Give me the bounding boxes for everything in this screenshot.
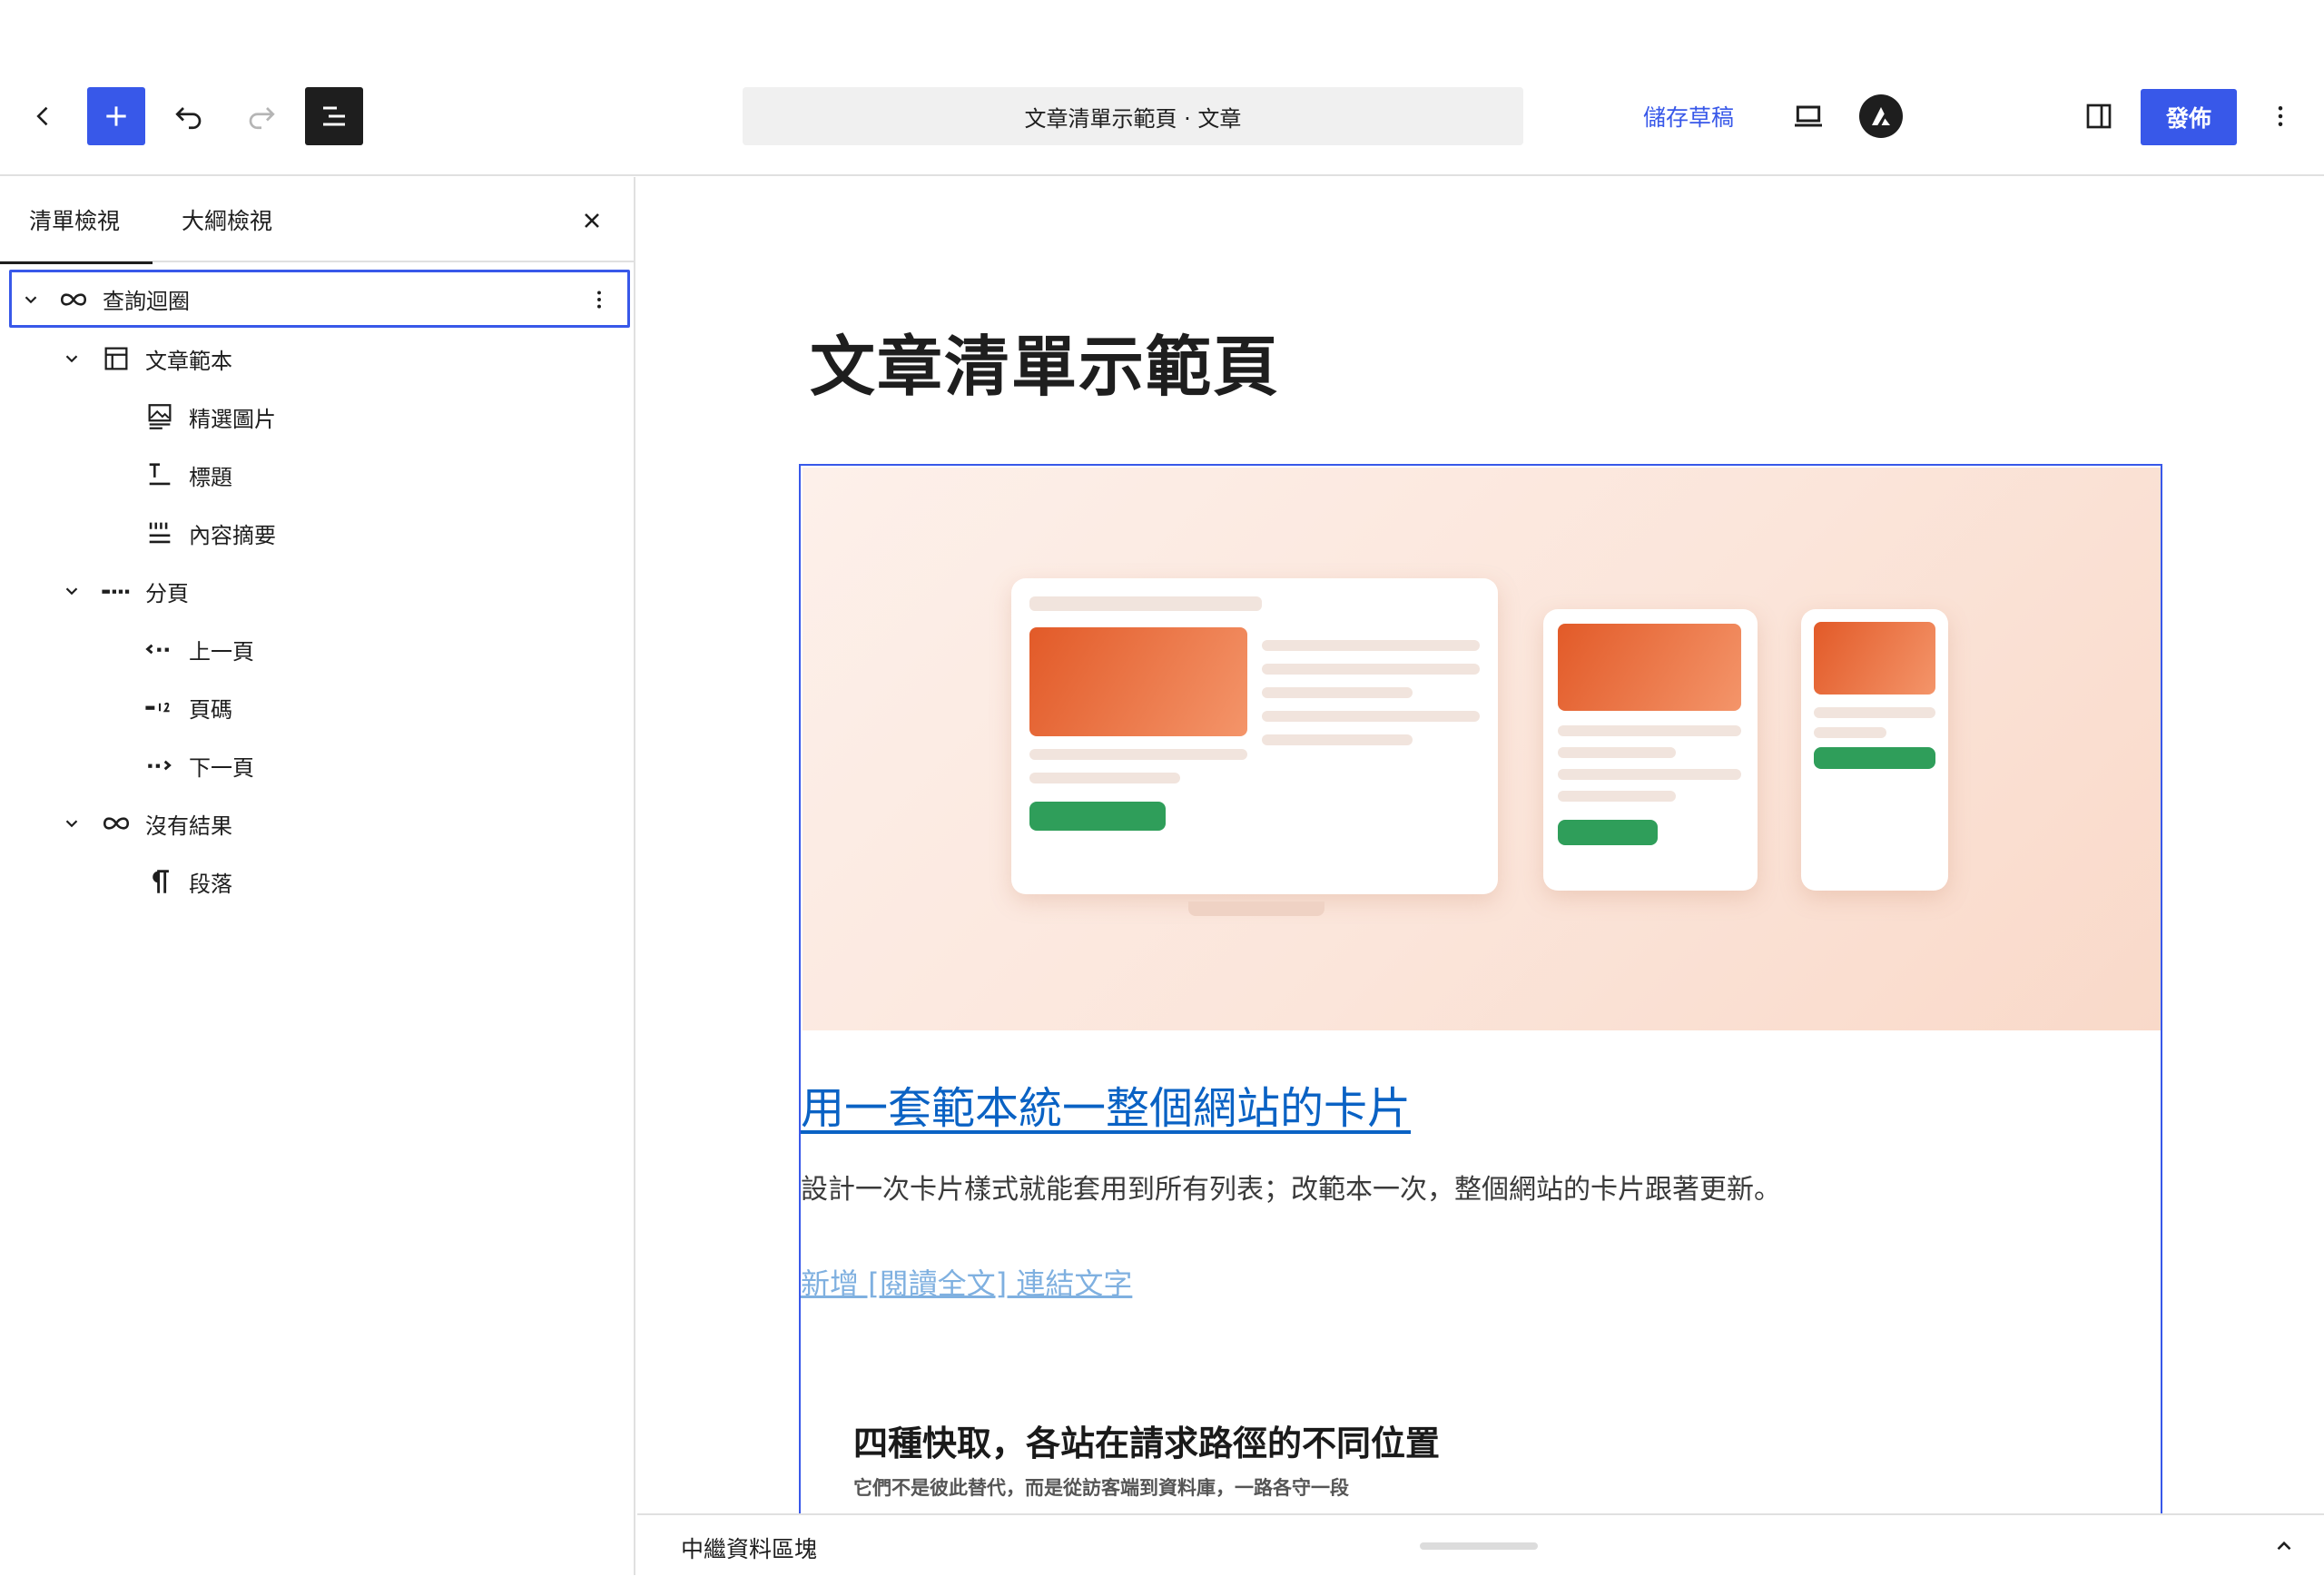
- sidebar-panel-icon: [2086, 103, 2112, 129]
- tree-item-page-numbers[interactable]: 頁碼: [0, 678, 635, 736]
- chevron-up-icon: [2277, 1541, 2291, 1551]
- loop-icon: [98, 805, 134, 842]
- tablet-card-illustration: [1543, 609, 1758, 891]
- tree-item-label: 精選圖片: [189, 406, 276, 432]
- back-button[interactable]: [18, 87, 69, 145]
- astra-logo-icon: [1859, 94, 1903, 138]
- save-draft-button[interactable]: 儲存草稿: [1643, 87, 1734, 145]
- loop-icon: [55, 281, 92, 318]
- chevron-down-icon[interactable]: [17, 286, 44, 313]
- tree-item-no-results[interactable]: 沒有結果: [0, 794, 635, 852]
- meta-boxes-label: 中繼資料區塊: [681, 1536, 818, 1562]
- undo-icon: [175, 107, 202, 130]
- meta-boxes-bar: 中繼資料區塊: [637, 1513, 2324, 1575]
- redo-button[interactable]: [232, 87, 290, 145]
- paragraph-icon: [142, 863, 178, 900]
- post-excerpt[interactable]: 設計一次卡片樣式就能套用到所有列表；改範本一次，整個網站的卡片跟著更新。: [801, 1167, 1781, 1207]
- tab-list-view[interactable]: 清單檢視: [0, 177, 153, 264]
- more-vertical-icon: [2278, 106, 2283, 126]
- tree-item-label: 文章範本: [145, 348, 232, 374]
- document-overview-icon: [323, 106, 345, 126]
- tree-item-title[interactable]: 標題: [0, 446, 635, 504]
- chevron-down-icon[interactable]: [58, 810, 85, 837]
- pagination-icon: [98, 573, 134, 609]
- tree-item-label: 沒有結果: [145, 813, 232, 839]
- post-title-link[interactable]: 用一套範本統一整個網站的卡片: [801, 1072, 1411, 1136]
- tab-outline-view[interactable]: 大綱檢視: [153, 177, 301, 262]
- tree-item-label: 查詢迴圈: [103, 288, 190, 314]
- tree-item-featured-image[interactable]: 精選圖片: [0, 388, 635, 446]
- publish-button[interactable]: 發佈: [2141, 89, 2237, 145]
- resize-handle[interactable]: [1420, 1542, 1538, 1550]
- page-title[interactable]: 文章清單示範頁: [810, 313, 1280, 409]
- add-block-button[interactable]: [87, 87, 145, 145]
- document-overview-panel: 清單檢視 大綱檢視 查詢迴圈 文章範本 精選圖片 標題 內容摘要 分頁 上一頁 …: [0, 177, 635, 1575]
- meta-boxes-toggle-button[interactable]: [2262, 1526, 2306, 1566]
- editor-toolbar: 文章清單示範頁 · 文章 儲存草稿 發佈: [0, 58, 2324, 176]
- options-button[interactable]: [2251, 87, 2309, 145]
- back-icon: [36, 106, 48, 126]
- read-more-link[interactable]: 新增 [閱讀全文] 連結文字: [801, 1261, 1132, 1303]
- tree-item-excerpt[interactable]: 內容摘要: [0, 504, 635, 562]
- monitor-stand-illustration: [1188, 901, 1324, 916]
- chevron-down-icon[interactable]: [58, 345, 85, 372]
- page-numbers-icon: [142, 689, 178, 725]
- next-icon: [142, 747, 178, 783]
- editor-canvas: 文章清單示範頁 用一套範本統一整個網站的卡片 設計一次卡片樣式就能套用到所有列表…: [637, 177, 2324, 1513]
- tree-item-next-page[interactable]: 下一頁: [0, 736, 635, 794]
- astra-settings-button[interactable]: [1852, 87, 1910, 145]
- tree-item-post-template[interactable]: 文章範本: [0, 330, 635, 388]
- excerpt-icon: [142, 515, 178, 551]
- tree-item-label: 標題: [189, 464, 232, 490]
- featured-image[interactable]: [803, 468, 2161, 1030]
- previous-icon: [142, 631, 178, 667]
- tree-item-previous-page[interactable]: 上一頁: [0, 620, 635, 678]
- undo-button[interactable]: [160, 87, 218, 145]
- redo-icon: [249, 107, 275, 130]
- document-title: 文章清單示範頁 · 文章: [1024, 105, 1242, 132]
- chevron-down-icon[interactable]: [58, 577, 85, 605]
- tree-item-label: 頁碼: [189, 696, 232, 723]
- tree-item-pagination[interactable]: 分頁: [0, 562, 635, 620]
- tree-item-label: 分頁: [145, 580, 189, 606]
- layout-icon: [98, 340, 134, 377]
- desktop-card-illustration: [1011, 578, 1498, 894]
- document-overview-button[interactable]: [305, 87, 363, 145]
- sidebar-tabs: 清單檢視 大綱檢視: [0, 177, 634, 264]
- tree-item-label: 段落: [189, 871, 232, 897]
- close-panel-button[interactable]: [563, 199, 621, 242]
- featured-image-icon: [142, 399, 178, 435]
- tree-item-paragraph[interactable]: 段落: [0, 852, 635, 911]
- tree-item-label: 內容摘要: [189, 522, 276, 548]
- preview-button[interactable]: [1779, 87, 1837, 145]
- plus-icon: [106, 106, 126, 126]
- tree-item-query-loop[interactable]: 查詢迴圈: [9, 270, 630, 328]
- title-icon: [142, 457, 178, 493]
- close-icon: [585, 213, 599, 228]
- settings-sidebar-button[interactable]: [2070, 87, 2128, 145]
- desktop-view-icon: [1795, 105, 1822, 127]
- phone-card-illustration: [1801, 609, 1948, 891]
- document-title-bar[interactable]: 文章清單示範頁 · 文章: [743, 87, 1523, 145]
- more-vertical-icon: [597, 291, 601, 309]
- tree-item-label: 下一頁: [189, 754, 254, 781]
- query-loop-block[interactable]: 用一套範本統一整個網站的卡片 設計一次卡片樣式就能套用到所有列表；改範本一次，整…: [799, 464, 2162, 1513]
- next-post-featured-title: 四種快取，各站在請求路徑的不同位置: [853, 1424, 1441, 1463]
- tree-item-label: 上一頁: [189, 638, 254, 665]
- block-options-button[interactable]: [584, 280, 615, 320]
- next-post-featured-subtitle: 它們不是彼此替代，而是從訪客端到資料庫，一路各守一段: [853, 1477, 1349, 1499]
